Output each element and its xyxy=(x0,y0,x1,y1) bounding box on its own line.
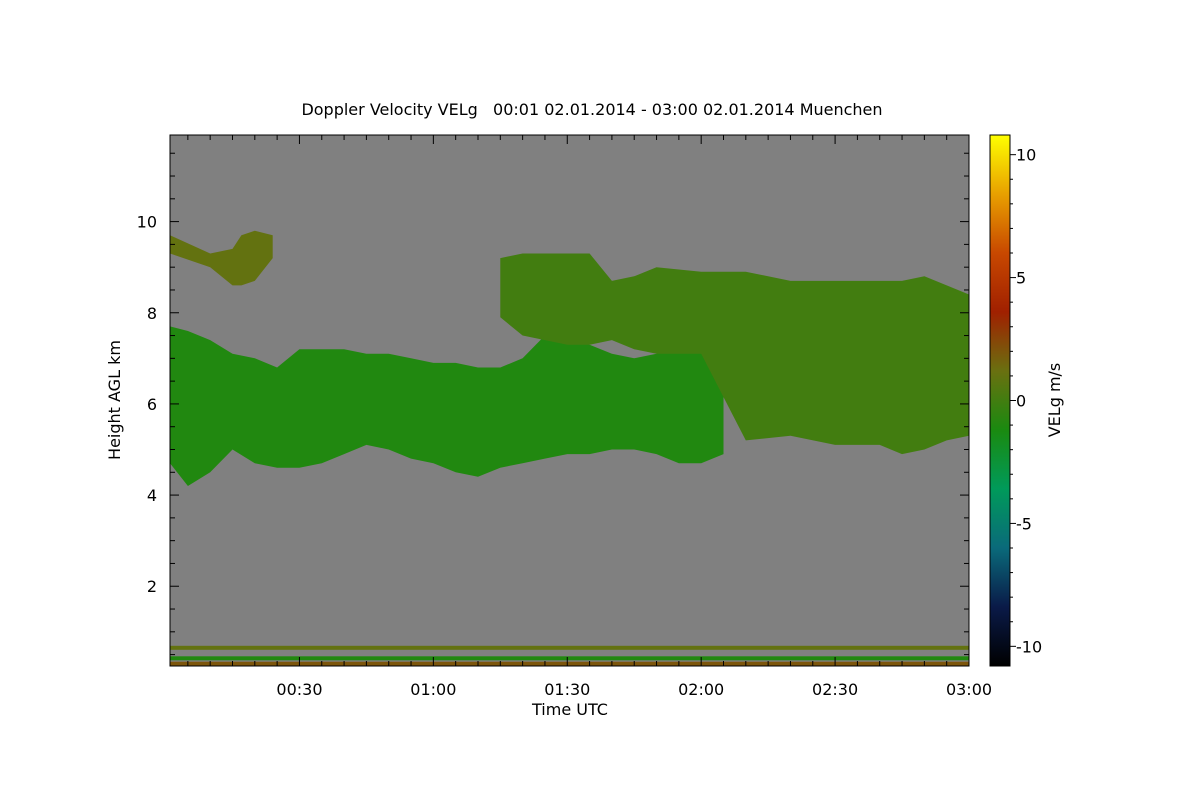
y-tick-label: 8 xyxy=(147,304,157,323)
x-tick-label: 00:30 xyxy=(276,680,322,699)
colorbar: 10 5 0 -5 -10 VELg m/s xyxy=(989,134,1064,667)
near-surface-band xyxy=(170,645,969,650)
y-tick-label: 6 xyxy=(147,395,157,414)
y-tick-label: 4 xyxy=(147,486,157,505)
colorbar-tick-label: 5 xyxy=(1016,269,1026,288)
y-axis-label: Height AGL km xyxy=(105,340,124,460)
chart-title: Doppler Velocity VELg 00:01 02.01.2014 -… xyxy=(301,100,882,119)
near-surface-band xyxy=(170,661,969,666)
y-tick-label: 10 xyxy=(137,213,157,232)
x-tick-label: 02:30 xyxy=(812,680,858,699)
y-tick-label: 2 xyxy=(147,577,157,596)
near-surface-band xyxy=(170,656,969,661)
colorbar-tick-label: 0 xyxy=(1016,392,1026,411)
x-tick-label: 01:00 xyxy=(410,680,456,699)
colorbar-tick-label: 10 xyxy=(1016,146,1036,165)
colorbar-gradient xyxy=(989,134,1011,667)
colorbar-label: VELg m/s xyxy=(1045,363,1064,438)
colorbar-tick-label: -10 xyxy=(1016,637,1042,656)
x-tick-label: 01:30 xyxy=(544,680,590,699)
plot-area xyxy=(169,134,970,667)
x-tick-label: 02:00 xyxy=(678,680,724,699)
x-axis-label: Time UTC xyxy=(531,700,608,719)
colorbar-tick-label: -5 xyxy=(1016,514,1032,533)
doppler-velocity-chart: Doppler Velocity VELg 00:01 02.01.2014 -… xyxy=(105,100,1064,719)
x-tick-label: 03:00 xyxy=(946,680,992,699)
